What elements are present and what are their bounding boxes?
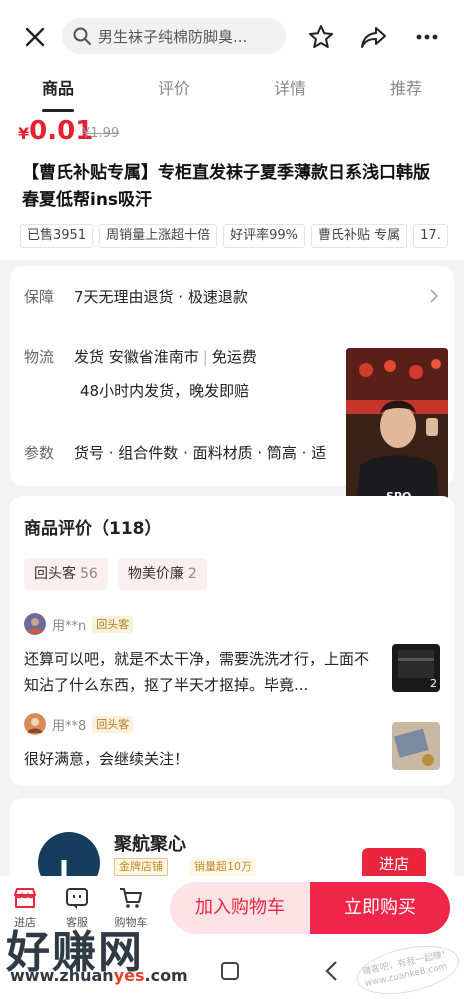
- watermark-url: www.zhuanyes.com: [10, 966, 188, 985]
- params-text: 货号 · 组合件数 · 面料材质 · 筒高 · 适: [74, 444, 327, 462]
- guarantee-text: 7天无理由退货 · 极速退款: [74, 288, 248, 306]
- cart-icon: [120, 888, 142, 908]
- review-username: 用**n: [52, 618, 87, 634]
- review-user: 用**n 回头客: [24, 612, 444, 636]
- chip-label: 物美价廉: [127, 566, 184, 582]
- chat-icon: [66, 888, 88, 909]
- params-label: 参数: [24, 444, 55, 462]
- chip-count: 56: [80, 566, 98, 582]
- watermark-url-c: .com: [144, 966, 188, 985]
- product-title: 【曹氏补贴专属】专柜直发袜子夏季薄款日系浅口韩版春夏低帮ins吸汗: [22, 163, 430, 210]
- search-icon: [73, 27, 91, 45]
- review-image-count: 2: [430, 677, 437, 690]
- logistics-ship: 发货 安徽省淮南市: [74, 348, 199, 366]
- review-chip-value[interactable]: 物美价廉 2: [117, 558, 207, 590]
- top-bar: 男生袜子纯棉防脚臭...: [0, 0, 464, 70]
- logistics-time: 48小时内发货，晚发即赔: [80, 382, 250, 400]
- chevron-right-icon[interactable]: [428, 289, 440, 303]
- reviews-title[interactable]: 商品评价（118）: [24, 514, 162, 539]
- guarantee-row[interactable]: 保障 7天无理由退货 · 极速退款: [24, 286, 248, 307]
- close-icon[interactable]: [20, 22, 50, 52]
- reviews-card: 商品评价（118） 回头客 56 物美价廉 2 用**n 回头客 还算可以吧，就是不…: [10, 496, 454, 786]
- params-row[interactable]: 参数 货号 · 组合件数 · 面料材质 · 筒高 · 适: [24, 442, 326, 463]
- store-name[interactable]: 聚航聚心: [114, 830, 186, 856]
- currency-symbol: ¥: [18, 124, 30, 143]
- avatar: [24, 613, 46, 635]
- review-image[interactable]: [392, 722, 440, 770]
- tag-sold: 已售3951: [20, 224, 94, 248]
- tag-subsidy: 曹氏补贴 专属: [311, 224, 408, 248]
- back-icon[interactable]: [324, 960, 340, 982]
- buy-now-button[interactable]: 立即购买: [310, 882, 450, 934]
- tag-rating: 好评率99%: [223, 224, 306, 248]
- chip-label: 回头客: [34, 566, 76, 582]
- product-summary: ¥0.01 ¥1.99 【曹氏补贴专属】专柜直发袜子夏季薄款日系浅口韩版春夏低帮…: [0, 112, 464, 260]
- chip-count: 2: [187, 566, 197, 582]
- review-item[interactable]: 用**n 回头客 还算可以吧，就是不太干净，需要洗洗才行，上面不知沾了什么东西，…: [24, 612, 444, 698]
- tab-reviews[interactable]: 评价: [116, 70, 232, 112]
- store-sales-badge: 销量超10万: [190, 858, 256, 876]
- recent-apps-button[interactable]: [221, 962, 239, 980]
- tag-weekly-sales: 周销量上涨超十倍: [99, 224, 218, 248]
- search-placeholder: 男生袜子纯棉防脚臭...: [98, 27, 248, 46]
- review-item[interactable]: 用**8 回头客 很好满意，会继续关注！: [24, 712, 444, 772]
- watermark-url-b: yes: [113, 966, 145, 985]
- tag-more: 17.: [413, 224, 448, 248]
- product-tags: 已售3951 周销量上涨超十倍 好评率99% 曹氏补贴 专属 17.: [20, 224, 464, 250]
- tab-product[interactable]: 商品: [0, 70, 116, 112]
- more-icon[interactable]: [412, 22, 442, 52]
- store-icon: [14, 888, 36, 908]
- review-username: 用**8: [52, 718, 87, 734]
- guarantee-label: 保障: [24, 288, 55, 306]
- review-chips: 回头客 56 物美价廉 2: [24, 558, 207, 590]
- logistics-row[interactable]: 物流 发货 安徽省淮南市 | 免运费: [24, 346, 257, 367]
- logistics-fee: 免运费: [211, 348, 257, 366]
- returning-badge: 回头客: [92, 615, 134, 633]
- avatar: [24, 713, 46, 735]
- share-icon[interactable]: [358, 22, 390, 52]
- review-user: 用**8 回头客: [24, 712, 444, 736]
- review-text: 还算可以吧，就是不太干净，需要洗洗才行，上面不知沾了什么东西，抠了半天才抠掉。毕…: [24, 650, 370, 694]
- review-image[interactable]: 2: [392, 644, 440, 692]
- tab-recommend[interactable]: 推荐: [348, 70, 464, 112]
- original-price: ¥1.99: [82, 126, 120, 141]
- tab-details[interactable]: 详情: [232, 70, 348, 112]
- search-input[interactable]: 男生袜子纯棉防脚臭...: [62, 18, 286, 54]
- returning-badge: 回头客: [92, 715, 134, 733]
- review-text: 很好满意，会继续关注！: [24, 750, 190, 768]
- store-gold-badge: 金牌店铺: [114, 858, 168, 876]
- watermark-url-a: www.zhuan: [10, 966, 114, 985]
- tab-bar: 商品 评价 详情 推荐: [0, 70, 464, 112]
- review-chip-returning[interactable]: 回头客 56: [24, 558, 108, 590]
- star-icon[interactable]: [306, 22, 336, 52]
- add-to-cart-button[interactable]: 加入购物车: [170, 882, 310, 934]
- logistics-label: 物流: [24, 348, 55, 366]
